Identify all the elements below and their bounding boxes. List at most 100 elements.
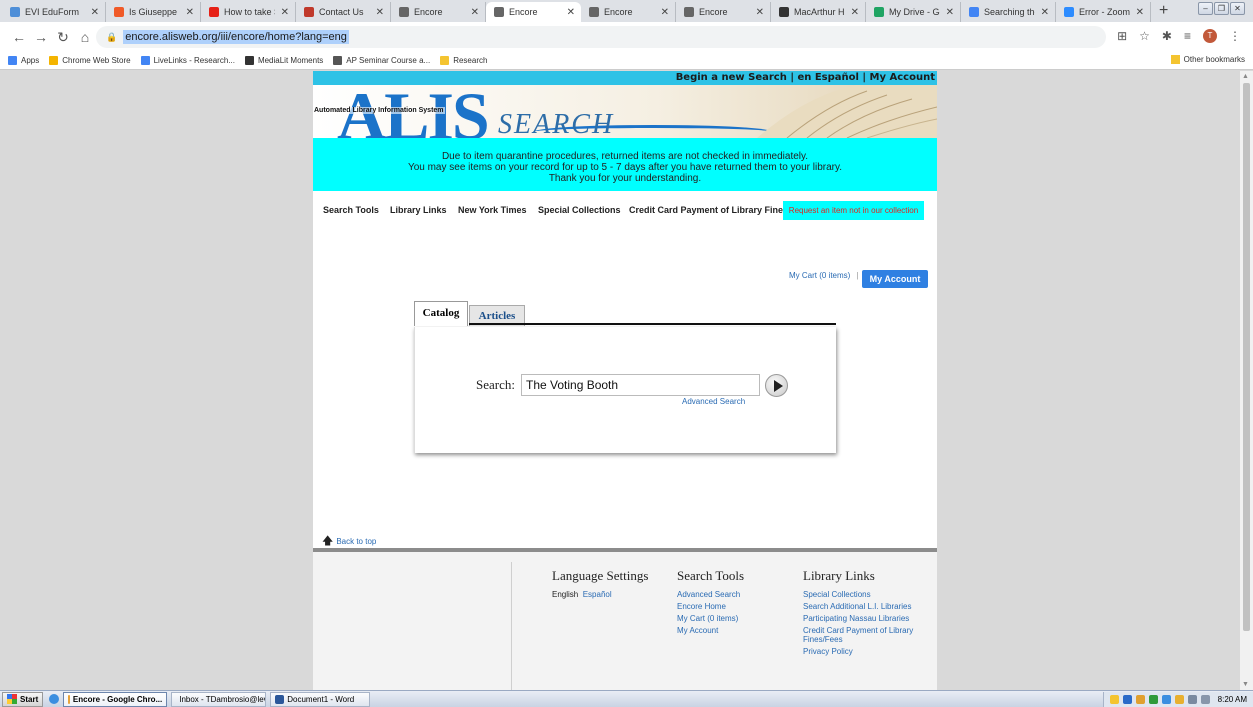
page-scrollbar[interactable]: ▲ ▼ (1240, 71, 1253, 690)
address-bar[interactable]: 🔒 encore.alisweb.org/iii/encore/home?lan… (96, 26, 1106, 48)
browser-tab[interactable]: My Drive - Goo✕ (866, 2, 961, 22)
close-icon[interactable]: ✕ (376, 7, 384, 18)
extensions-icon[interactable]: ✱ (1162, 29, 1172, 43)
medialit-icon (244, 56, 254, 65)
top-links-bar[interactable]: Begin a new Search | en Español | My Acc… (313, 71, 937, 85)
close-icon[interactable]: ✕ (851, 7, 859, 18)
tab-favicon-icon (779, 7, 789, 17)
tray-network-icon[interactable] (1161, 695, 1171, 704)
forward-arrow-icon[interactable]: → (30, 29, 52, 45)
taskbar-clock[interactable]: 8:20 AM (1218, 695, 1247, 704)
footer-link[interactable]: My Cart (0 items) (677, 614, 744, 623)
browser-tab[interactable]: Searching the L✕ (961, 2, 1056, 22)
profile-avatar[interactable]: T (1203, 29, 1217, 43)
window-controls: ‒ ❐ ✕ (1198, 2, 1245, 15)
url-text[interactable]: encore.alisweb.org/iii/encore/home?lang=… (123, 30, 349, 44)
footer-link[interactable]: Special Collections (803, 590, 928, 599)
footer-link[interactable]: My Account (677, 626, 744, 635)
tray-display-icon[interactable] (1187, 695, 1197, 704)
footer-link[interactable]: Credit Card Payment of Library Fines/Fee… (803, 626, 928, 644)
close-icon[interactable]: ✕ (756, 7, 764, 18)
minimize-icon[interactable]: ‒ (1198, 2, 1213, 15)
close-icon[interactable]: ✕ (186, 7, 194, 18)
apps-grid-icon (8, 56, 17, 65)
bookmark-apps[interactable]: Apps (8, 56, 39, 65)
tray-shield-icon[interactable] (1174, 695, 1184, 704)
up-arrow-icon: 🡅 (322, 535, 334, 547)
my-cart-link[interactable]: My Cart (0 items) (789, 271, 850, 280)
browser-tab[interactable]: Encore ✕ (581, 2, 676, 22)
nav-library-links[interactable]: Library Links (390, 205, 447, 215)
tray-app-icon[interactable] (1135, 695, 1145, 704)
footer-link[interactable]: Encore Home (677, 602, 744, 611)
browser-tab[interactable]: Is Giuseppe Cor✕ (106, 2, 201, 22)
browser-tab[interactable]: EVI EduForm ✕ (2, 2, 106, 22)
browser-quicklaunch-icon[interactable] (49, 694, 60, 704)
taskbar-item-word[interactable]: Document1 - Word (270, 691, 371, 707)
browser-tab[interactable]: Error - Zoom ✕ (1056, 2, 1151, 22)
scrollbar-thumb[interactable] (1243, 83, 1250, 631)
footer-link[interactable]: Participating Nassau Libraries (803, 614, 928, 623)
bookmark-star-icon[interactable]: ☆ (1139, 29, 1150, 43)
bookmark-item[interactable]: AP Seminar Course a... (333, 56, 430, 65)
nav-new-york-times[interactable]: New York Times (458, 205, 527, 215)
tray-volume-icon[interactable] (1200, 695, 1210, 704)
alis-logo-banner[interactable]: ALIS Automated Library Information Syste… (313, 85, 937, 138)
search-go-button[interactable] (765, 374, 788, 397)
taskbar-item-chrome[interactable]: Encore - Google Chro... (63, 691, 168, 707)
footer-link[interactable]: Advanced Search (677, 590, 744, 599)
reading-list-icon[interactable]: ≡ (1184, 29, 1191, 43)
tray-outlook-icon[interactable] (1122, 695, 1132, 704)
translate-icon[interactable]: ⊞ (1117, 29, 1127, 43)
search-input[interactable]: The Voting Booth (521, 374, 760, 396)
scroll-down-icon[interactable]: ▼ (1242, 681, 1249, 688)
bookmark-item[interactable]: Chrome Web Store (49, 56, 131, 65)
nav-search-tools[interactable]: Search Tools (323, 205, 379, 215)
tab-favicon-icon (589, 7, 599, 17)
scroll-up-icon[interactable]: ▲ (1242, 73, 1249, 80)
home-icon[interactable]: ⌂ (74, 29, 96, 45)
browser-tab[interactable]: MacArthur High✕ (771, 2, 866, 22)
bookmark-item[interactable]: Research (440, 56, 487, 65)
nav-request-item[interactable]: Request an item not in our collection (783, 201, 924, 220)
close-icon[interactable]: ✕ (661, 7, 669, 18)
footer-link[interactable]: Search Additional L.I. Libraries (803, 602, 928, 611)
tab-catalog[interactable]: Catalog (414, 301, 468, 326)
back-arrow-icon[interactable]: ← (8, 29, 30, 45)
advanced-search-link[interactable]: Advanced Search (682, 397, 745, 406)
close-icon[interactable]: ✕ (1136, 7, 1144, 18)
quarantine-notice: Due to item quarantine procedures, retur… (313, 138, 937, 191)
browser-tab[interactable]: Encore ✕ (391, 2, 486, 22)
close-icon[interactable]: ✕ (1041, 7, 1049, 18)
start-button[interactable]: Start (2, 691, 44, 707)
browser-tab[interactable]: How to take Scr✕ (201, 2, 296, 22)
language-espanol[interactable]: Español (583, 590, 612, 599)
menu-kebab-icon[interactable]: ⋮ (1229, 29, 1241, 43)
browser-tab-active[interactable]: Encore ✕ (486, 2, 581, 22)
footer-heading: Library Links (803, 568, 875, 583)
browser-tab[interactable]: Encore ✕ (676, 2, 771, 22)
close-icon[interactable]: ✕ (91, 7, 99, 18)
close-icon[interactable]: ✕ (567, 7, 575, 18)
close-icon[interactable]: ✕ (471, 7, 479, 18)
windows-flag-icon (7, 694, 17, 704)
maximize-icon[interactable]: ❐ (1214, 2, 1229, 15)
tray-security-icon[interactable] (1148, 695, 1158, 704)
browser-tab[interactable]: Contact Us ✕ (296, 2, 391, 22)
tab-favicon-icon (114, 7, 124, 17)
nav-credit-card-payment[interactable]: Credit Card Payment of Library Fines (629, 205, 788, 215)
close-icon[interactable]: ✕ (281, 7, 289, 18)
close-icon[interactable]: ✕ (946, 7, 954, 18)
footer-link[interactable]: Privacy Policy (803, 647, 928, 656)
language-english[interactable]: English (552, 590, 578, 599)
window-close-icon[interactable]: ✕ (1230, 2, 1245, 15)
taskbar-item-outlook[interactable]: Inbox - TDambrosio@levi... (171, 691, 267, 707)
reload-icon[interactable]: ↻ (52, 29, 74, 46)
other-bookmarks[interactable]: Other bookmarks (1170, 55, 1245, 64)
new-tab-icon[interactable]: + (1151, 2, 1176, 22)
nav-special-collections[interactable]: Special Collections (538, 205, 621, 215)
my-account-button[interactable]: My Account (862, 270, 928, 288)
tray-folder-icon[interactable] (1109, 695, 1119, 704)
bookmark-item[interactable]: MediaLit Moments (244, 56, 323, 65)
bookmark-item[interactable]: LiveLinks - Research... (140, 56, 235, 65)
